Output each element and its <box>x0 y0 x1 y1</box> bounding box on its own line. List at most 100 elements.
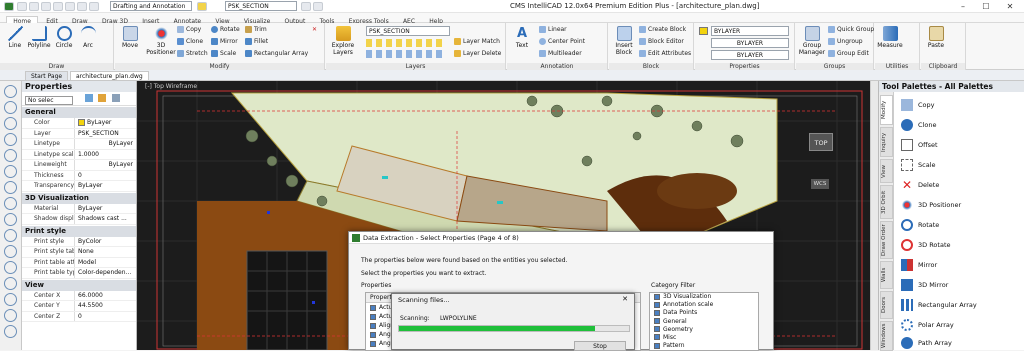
layers-panel-label[interactable]: Layers <box>326 63 505 70</box>
lightbulb-icon[interactable] <box>197 2 207 11</box>
properties-panel-label[interactable]: Properties <box>695 63 794 70</box>
checkbox-checked[interactable] <box>654 334 660 341</box>
prop-row[interactable]: Linetype ByLayer <box>22 139 136 150</box>
checkbox-checked[interactable] <box>654 293 660 300</box>
palette-tab-walls[interactable]: Walls <box>880 261 893 289</box>
category-item[interactable]: Misc <box>650 334 758 342</box>
checkbox-checked[interactable] <box>370 304 376 311</box>
quick-settings-icon[interactable] <box>313 2 323 11</box>
prop-row[interactable]: Thickness 0 <box>22 170 136 181</box>
prop-row[interactable]: Linetype scale 1.0000 <box>22 149 136 160</box>
block-editor-button[interactable]: Block Editor <box>639 38 684 45</box>
fillet-button[interactable]: Fillet <box>245 38 268 45</box>
delete-icon[interactable]: ✕ <box>312 26 317 33</box>
palette-tab-view[interactable]: View <box>880 159 893 183</box>
arc-button[interactable]: Arc <box>75 26 101 49</box>
insert-block-button[interactable]: Insert Block <box>611 26 637 56</box>
3d-positioner-button[interactable]: 3D Positioner <box>145 26 177 56</box>
region-tool-icon[interactable] <box>4 293 17 306</box>
rectangular-array-button[interactable]: Rectangular Array <box>245 50 308 57</box>
hatch-tool-icon[interactable] <box>4 261 17 274</box>
circle-button[interactable]: Circle <box>51 26 77 49</box>
category-item[interactable]: 3D Visualization <box>650 293 758 301</box>
edit-attributes-button[interactable]: Edit Attributes <box>639 50 691 57</box>
palette-tab-windows[interactable]: Windows <box>880 321 893 351</box>
palette-item-offset[interactable]: Offset <box>901 137 938 153</box>
checkbox-checked[interactable] <box>654 309 660 316</box>
palette-tab-modify[interactable]: Modify <box>880 95 893 125</box>
polygon-tool-icon[interactable] <box>4 117 17 130</box>
viewcube[interactable]: TOP <box>809 133 833 151</box>
checkbox-checked[interactable] <box>654 318 660 325</box>
mirror-button[interactable]: Mirror <box>211 38 238 45</box>
line-button[interactable]: Line <box>2 26 28 49</box>
color-combo[interactable]: BYLAYER <box>711 26 789 36</box>
section-3d-visualization[interactable]: 3D Visualization <box>22 192 136 204</box>
tab-architecture-plan[interactable]: architecture_plan.dwg <box>70 71 149 81</box>
app-logo-icon[interactable] <box>4 2 14 11</box>
palette-item-3d-mirror[interactable]: 3D Mirror <box>901 277 948 293</box>
section-general[interactable]: General <box>22 107 136 118</box>
quick-group-button[interactable]: Quick Group <box>828 26 874 33</box>
quick-select-icon[interactable] <box>85 94 94 102</box>
checkbox-checked[interactable] <box>654 342 660 349</box>
rectangle-tool-icon[interactable] <box>4 133 17 146</box>
prop-row[interactable]: Color ByLayer <box>22 118 136 129</box>
scale-button[interactable]: Scale <box>211 50 236 57</box>
stretch-button[interactable]: Stretch <box>177 50 208 57</box>
block-tool-icon[interactable] <box>4 229 17 242</box>
prop-row[interactable]: Material ByLayer <box>22 203 136 214</box>
select-objects-icon[interactable] <box>98 94 107 102</box>
polyline-button[interactable]: Polyline <box>26 26 52 49</box>
checkbox-checked[interactable] <box>370 322 376 329</box>
prop-row[interactable]: Center X 66.0000 <box>22 290 136 301</box>
linetype-combo[interactable]: BYLAYER <box>711 38 789 48</box>
palette-item-path-array[interactable]: Path Array <box>901 335 952 351</box>
workspace-combo[interactable]: Drafting and Annotation <box>110 1 192 11</box>
section-print-style[interactable]: Print style <box>22 225 136 237</box>
group-edit-button[interactable]: Group Edit <box>828 50 869 57</box>
circle-tool-icon[interactable] <box>4 165 17 178</box>
arc-tool-icon[interactable] <box>4 149 17 162</box>
modify-panel-label[interactable]: Modify <box>115 63 324 70</box>
category-item[interactable]: General <box>650 318 758 326</box>
ellipse-tool-icon[interactable] <box>4 197 17 210</box>
trim-button[interactable]: Trim <box>245 26 267 33</box>
line-tool-icon[interactable] <box>4 85 17 98</box>
undo-icon[interactable] <box>77 2 87 11</box>
palette-tab-inquiry[interactable]: Inquiry <box>880 127 893 157</box>
prop-row[interactable]: Shadow displayShadows cast ... <box>22 214 136 225</box>
color-swatch-icon[interactable] <box>699 27 708 35</box>
prop-row[interactable]: Center Z0 <box>22 311 136 322</box>
layer-state-icons[interactable] <box>366 39 446 47</box>
layer-quick-combo[interactable]: PSK_SECTION <box>225 1 297 11</box>
section-view[interactable]: View <box>22 279 136 291</box>
palette-item-3d-rotate[interactable]: 3D Rotate <box>901 237 951 253</box>
tab-start-page[interactable]: Start Page <box>25 71 69 81</box>
paste-button[interactable]: Paste <box>923 26 949 49</box>
palette-item-rectangular-array[interactable]: Rectangular Array <box>901 297 977 313</box>
clone-button[interactable]: Clone <box>177 38 203 45</box>
wcs-badge[interactable]: WCS <box>811 179 829 189</box>
annotation-panel-label[interactable]: Annotation <box>507 63 607 70</box>
minimize-icon[interactable]: – <box>952 1 974 12</box>
category-item[interactable]: Pattern <box>650 342 758 350</box>
selection-combo[interactable]: No selec <box>25 96 73 105</box>
category-item[interactable]: Annotation scale <box>650 301 758 309</box>
prop-row[interactable]: Print style ByColor <box>22 236 136 247</box>
category-item[interactable]: Geometry <box>650 326 758 334</box>
layer-delete-button[interactable]: Layer Delete <box>454 50 501 57</box>
layer-tool-icons[interactable] <box>366 50 446 58</box>
spline-tool-icon[interactable] <box>4 181 17 194</box>
clipboard-panel-label[interactable]: Clipboard <box>921 63 965 70</box>
palette-tab-3d-orbit[interactable]: 3D Orbit <box>880 185 893 219</box>
palette-item-rotate[interactable]: Rotate <box>901 217 939 233</box>
center-point-button[interactable]: Center Point <box>539 38 585 45</box>
palette-tab-draw-order[interactable]: Draw Order <box>880 221 893 259</box>
quick-tool-icon[interactable] <box>301 2 311 11</box>
gradient-tool-icon[interactable] <box>4 277 17 290</box>
create-block-button[interactable]: Create Block <box>639 26 686 33</box>
prop-row[interactable]: Print style tableNone <box>22 247 136 258</box>
saveas-icon[interactable] <box>53 2 63 11</box>
explore-layers-button[interactable]: Explore Layers <box>328 26 358 56</box>
